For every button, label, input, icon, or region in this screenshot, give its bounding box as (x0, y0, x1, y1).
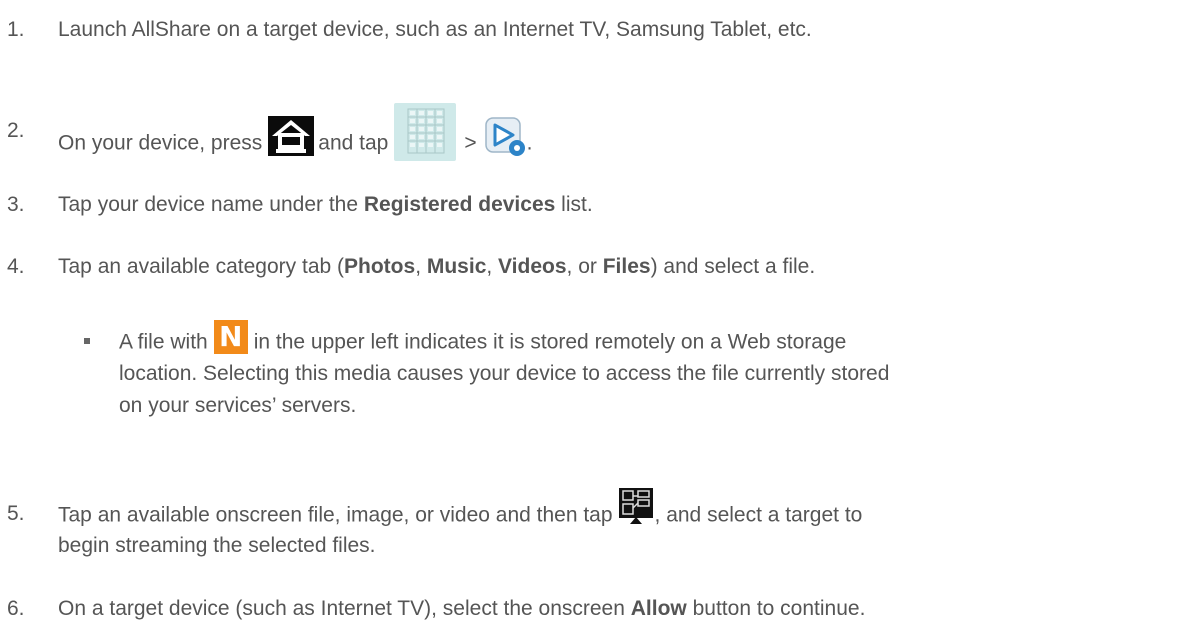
step-text-part: and tap (318, 131, 389, 155)
step-line: Tap an available onscreen file, image, o… (58, 488, 863, 530)
step-text-part: , or (566, 255, 603, 278)
step-text-part: Tap your device name under the (58, 193, 359, 216)
bullet-marker (84, 338, 90, 344)
step-text: On a target device (such as Internet TV)… (58, 593, 865, 625)
home-icon (268, 116, 315, 156)
step-number: 2. (7, 119, 25, 142)
bullet-line: A file with Nin the upper left indicates … (119, 320, 889, 358)
bullet-line: location. Selecting this media causes yo… (119, 362, 890, 385)
bold-term: Allow (630, 597, 687, 620)
step-text-part: , (486, 255, 499, 278)
step-text-part: . (526, 131, 533, 155)
step-line: begin streaming the selected files. (58, 534, 376, 557)
step-text: Tap your device name under the Registere… (58, 189, 593, 221)
step-text-part: Tap an available onscreen file, image, o… (58, 503, 613, 527)
allshare-icon (483, 115, 527, 157)
step-5: 5. Tap an available onscreen file, image… (0, 488, 1187, 568)
step-text-part: button to continue. (692, 597, 866, 620)
bold-term: Files (602, 255, 651, 278)
bold-term: Photos (344, 255, 416, 278)
step-text-part: list. (561, 193, 593, 216)
step-text-part: , and select a target to (654, 503, 863, 527)
step-number: 1. (7, 18, 25, 41)
step-number: 6. (7, 597, 25, 620)
step-text-part: On your device, press (58, 131, 263, 155)
bullet-text-part: in the upper left indicates it is stored… (253, 330, 847, 354)
step-text: Launch AllShare on a target device, such… (58, 18, 812, 41)
step-text: Tap an available onscreen file, image, o… (58, 488, 863, 562)
bold-term: Registered devices (363, 193, 556, 216)
step-text-part: On a target device (such as Internet TV)… (58, 597, 625, 620)
bullet-line: on your services’ servers. (119, 394, 357, 417)
share-device-icon (618, 488, 653, 524)
step-number: 4. (7, 255, 25, 278)
step-text: Tap an available category tab (Photos, M… (58, 251, 815, 283)
bold-term: Music (426, 255, 487, 278)
step-text-part: > (464, 131, 477, 155)
step-number: 5. (7, 502, 25, 525)
step-text-part: ) and select a file. (650, 255, 816, 278)
step-text: On your device, press and tap >. (58, 103, 533, 173)
bullet-text-part: A file with (119, 330, 208, 354)
apps-icon (394, 103, 457, 161)
step-text-part: , (415, 255, 427, 278)
step-text-part: Tap an available category tab ( (58, 255, 345, 278)
bullet-text: A file with Nin the upper left indicates … (119, 320, 890, 422)
bold-term: Videos (498, 255, 567, 278)
bullet-item: A file with Nin the upper left indicates … (0, 320, 1187, 436)
step-number: 3. (7, 193, 25, 216)
n-icon: N (213, 320, 248, 354)
